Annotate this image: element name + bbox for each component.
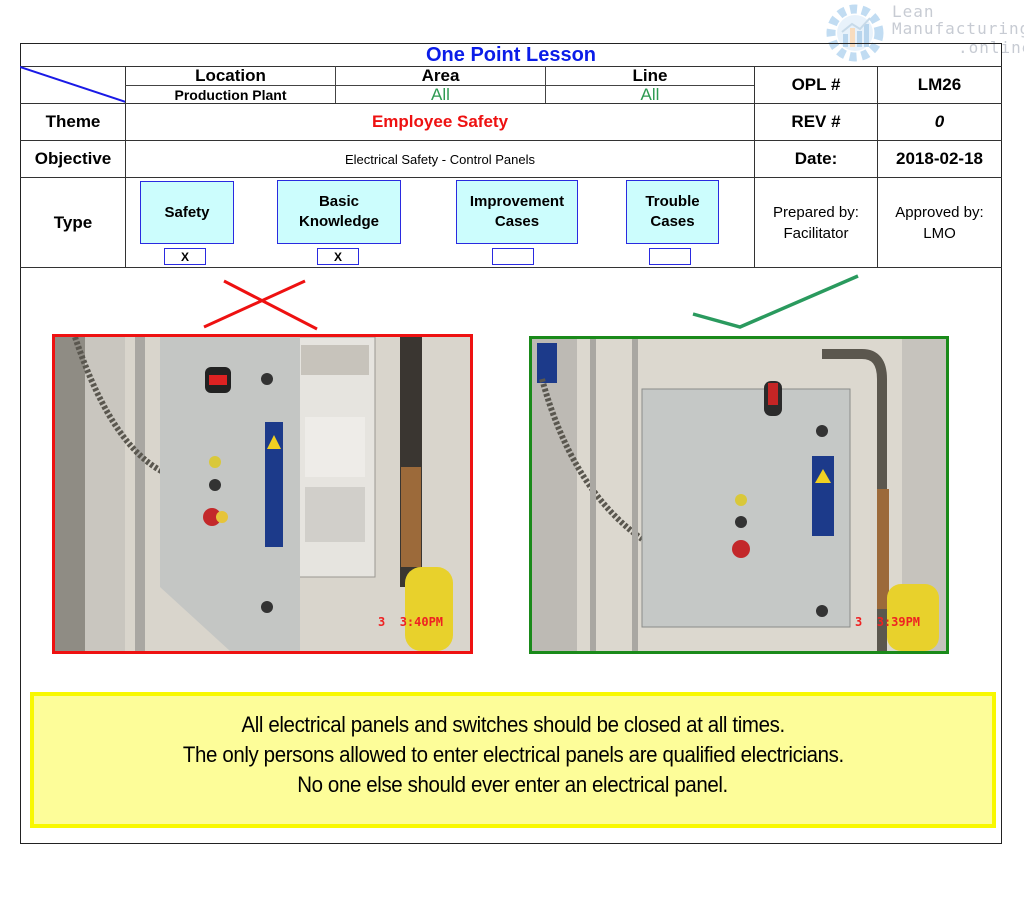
approved-by: Approved by: LMO [878, 178, 1001, 268]
prepared-by: Prepared by: Facilitator [755, 178, 877, 268]
type-checkbox-improvement-cases[interactable] [492, 248, 534, 265]
type-option-label: Improvement [469, 193, 565, 210]
divider [20, 267, 1002, 268]
logo-text-manufacturing: Manufacturing [892, 19, 1024, 38]
rev-label: REV # [791, 112, 841, 131]
type-option-label: Knowledge [298, 213, 379, 230]
rev-value: 0 [934, 112, 945, 131]
open-panel-illustration [55, 337, 470, 651]
type-option-label: Cases [650, 213, 695, 230]
type-option-label: Basic [318, 193, 359, 210]
type-checkbox-trouble-cases[interactable] [649, 248, 691, 265]
logo-text-lean: Lean [892, 2, 935, 21]
opl-number-label: OPL # [791, 75, 841, 94]
note-line: No one else should ever enter an electri… [297, 772, 729, 797]
timestamp-time: 3:40PM [399, 615, 444, 629]
prepared-by-value: Facilitator [783, 225, 849, 242]
theme-label: Theme [45, 112, 101, 131]
line-label: Line [632, 66, 668, 85]
lesson-notes: All electrical panels and switches shoul… [30, 692, 996, 828]
type-option-basic-knowledge: Basic Knowledge [277, 180, 401, 244]
type-label: Type [53, 213, 93, 232]
type-option-label: Trouble [645, 193, 700, 210]
photo-timestamp: 3 3:40PM [378, 615, 443, 629]
approved-by-value: LMO [923, 225, 956, 242]
type-option-safety: Safety [140, 181, 234, 244]
area-value: All [431, 84, 450, 104]
type-checkbox-basic-knowledge[interactable]: X [317, 248, 359, 265]
closed-panel-illustration [532, 339, 946, 651]
photo-open-panel: 3 3:40PM [52, 334, 473, 654]
type-option-trouble-cases: Trouble Cases [626, 180, 719, 244]
type-checkbox-safety[interactable]: X [164, 248, 206, 265]
timestamp-time: 3:39PM [876, 615, 921, 629]
page-title: One Point Lesson [425, 43, 597, 66]
photo-closed-panel: 3 3:39PM [529, 336, 949, 654]
type-option-label: Safety [164, 203, 210, 221]
objective-value: Electrical Safety - Control Panels [344, 151, 536, 167]
opl-number-value: LM26 [917, 75, 962, 94]
note-line: The only persons allowed to enter electr… [182, 742, 844, 767]
photo-timestamp: 3 3:39PM [855, 615, 920, 629]
type-option-improvement-cases: Improvement Cases [456, 180, 578, 244]
line-value: All [640, 84, 660, 104]
location-value: Production Plant [174, 86, 287, 103]
area-label: Area [421, 66, 460, 85]
objective-label: Objective [34, 149, 112, 168]
theme-value: Employee Safety [371, 112, 509, 131]
correct-check-icon [692, 274, 859, 329]
type-option-label: Cases [494, 213, 540, 230]
corner-diagonal [20, 66, 126, 103]
prepared-by-label: Prepared by: [773, 204, 859, 221]
timestamp-day: 3 [855, 615, 863, 629]
wrong-x-icon [203, 279, 318, 331]
timestamp-day: 3 [378, 615, 386, 629]
location-label: Location [195, 66, 266, 85]
date-label: Date: [794, 149, 838, 168]
approved-by-label: Approved by: [895, 204, 984, 221]
note-line: All electrical panels and switches shoul… [241, 712, 785, 737]
date-value: 2018-02-18 [896, 149, 983, 168]
